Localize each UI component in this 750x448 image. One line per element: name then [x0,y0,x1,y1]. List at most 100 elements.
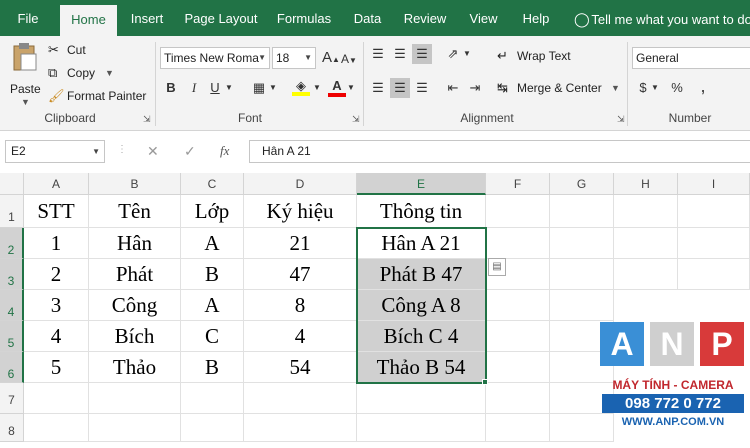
row-header-3[interactable]: 3 [0,259,24,290]
increase-indent-icon[interactable]: ⇥ [465,78,485,98]
enter-icon[interactable]: ✓ [184,143,196,160]
empty-cell[interactable] [678,195,750,228]
align-middle-icon[interactable]: ☰ [390,44,410,64]
align-bottom-icon[interactable]: ☰ [412,44,432,64]
align-right-icon[interactable]: ☰ [412,78,432,98]
percent-button[interactable]: % [668,78,686,98]
row-header-6[interactable]: 6 [0,352,24,383]
cell-d1[interactable]: Ký hiệu [244,195,357,228]
cell-c4[interactable]: A [181,290,244,321]
tab-help[interactable]: Help [512,0,560,36]
align-center-icon[interactable]: ☰ [390,78,410,98]
borders-icon[interactable]: ▦ [250,78,268,98]
tab-data[interactable]: Data [345,0,390,36]
empty-cell[interactable] [486,321,550,352]
borders-dropdown-icon[interactable]: ▼ [268,78,278,98]
fill-dropdown-icon[interactable]: ▼ [312,78,322,98]
formula-input[interactable]: Hân A 21 [249,140,750,163]
empty-cell[interactable] [550,259,614,290]
fill-handle[interactable] [482,379,488,385]
row-header-1[interactable]: 1 [0,195,24,228]
italic-button[interactable]: I [185,78,203,98]
empty-cell[interactable] [181,383,244,414]
font-size-combo[interactable]: 18 ▼ [272,47,316,69]
font-color-icon[interactable]: A [328,76,346,97]
empty-cell[interactable] [89,383,181,414]
cell-e1[interactable]: Thông tin [357,195,486,228]
empty-cell[interactable] [486,352,550,383]
empty-cell[interactable] [486,383,550,414]
empty-cell[interactable] [89,414,181,442]
cell-d3[interactable]: 47 [244,259,357,290]
column-header-f[interactable]: F [486,173,550,195]
cell-c2[interactable]: A [181,228,244,259]
copy-button[interactable]: ⧉ Copy ▼ [48,65,118,83]
clipboard-launcher-icon[interactable]: ⇲ [143,114,151,125]
cell-c5[interactable]: C [181,321,244,352]
underline-button[interactable]: U [206,78,224,98]
row-header-5[interactable]: 5 [0,321,24,352]
cell-a4[interactable]: 3 [24,290,89,321]
empty-cell[interactable] [550,228,614,259]
column-header-b[interactable]: B [89,173,181,195]
empty-cell[interactable] [486,195,550,228]
cell-b5[interactable]: Bích [89,321,181,352]
cell-e3[interactable]: Phát B 47 [357,259,486,290]
cut-button[interactable]: ✂ Cut [48,42,108,60]
cell-c3[interactable]: B [181,259,244,290]
cell-b6[interactable]: Thảo [89,352,181,383]
cell-c1[interactable]: Lớp [181,195,244,228]
tab-home[interactable]: Home [60,5,117,36]
currency-button[interactable]: $ [636,78,650,98]
empty-cell[interactable] [244,383,357,414]
quick-analysis-icon[interactable]: ▤ [488,258,506,276]
orientation-dropdown-icon[interactable]: ▼ [462,44,472,64]
column-header-i[interactable]: I [678,173,750,195]
row-header-4[interactable]: 4 [0,290,24,321]
empty-cell[interactable] [614,195,678,228]
column-header-g[interactable]: G [550,173,614,195]
cell-a3[interactable]: 2 [24,259,89,290]
row-header-8[interactable]: 8 [0,414,24,442]
insert-function-icon[interactable]: fx [220,143,229,159]
comma-button[interactable]: , [696,76,710,96]
select-all-corner[interactable] [0,173,24,195]
cell-e4[interactable]: Công A 8 [357,290,486,321]
increase-font-icon[interactable]: A▲ [322,48,340,70]
font-color-dropdown-icon[interactable]: ▼ [346,78,356,98]
cell-d5[interactable]: 4 [244,321,357,352]
cancel-icon[interactable]: ✕ [147,143,159,160]
format-painter-button[interactable]: 🖌 Format Painter [48,88,148,106]
cell-a1[interactable]: STT [24,195,89,228]
tab-file[interactable]: File [0,0,56,36]
tell-me-box[interactable]: ◯ Tell me what you want to do [574,0,750,36]
paste-button[interactable]: Paste ▼ [6,42,42,107]
orientation-icon[interactable]: ⇗ [443,44,463,64]
cell-a2[interactable]: 1 [24,228,89,259]
cell-b2[interactable]: Hân [89,228,181,259]
tab-view[interactable]: View [460,0,507,36]
decrease-font-icon[interactable]: A▼ [340,49,358,71]
cell-d2[interactable]: 21 [244,228,357,259]
tab-formulas[interactable]: Formulas [268,0,340,36]
name-box[interactable]: E2 ▼ [5,140,105,163]
cell-b3[interactable]: Phát [89,259,181,290]
empty-cell[interactable] [614,259,678,290]
align-left-icon[interactable]: ☰ [368,78,388,98]
tab-page-layout[interactable]: Page Layout [178,0,264,36]
fill-color-icon[interactable]: ◈ [292,76,310,96]
tab-review[interactable]: Review [395,0,455,36]
cell-e2[interactable]: Hân A 21 [357,228,486,259]
column-header-c[interactable]: C [181,173,244,195]
empty-cell[interactable] [357,414,486,442]
cell-a6[interactable]: 5 [24,352,89,383]
row-header-7[interactable]: 7 [0,383,24,414]
column-header-h[interactable]: H [614,173,678,195]
cell-d6[interactable]: 54 [244,352,357,383]
decrease-indent-icon[interactable]: ⇤ [443,78,463,98]
underline-dropdown-icon[interactable]: ▼ [224,78,234,98]
cell-a5[interactable]: 4 [24,321,89,352]
empty-cell[interactable] [550,195,614,228]
cell-b4[interactable]: Công [89,290,181,321]
currency-dropdown-icon[interactable]: ▼ [650,78,660,98]
